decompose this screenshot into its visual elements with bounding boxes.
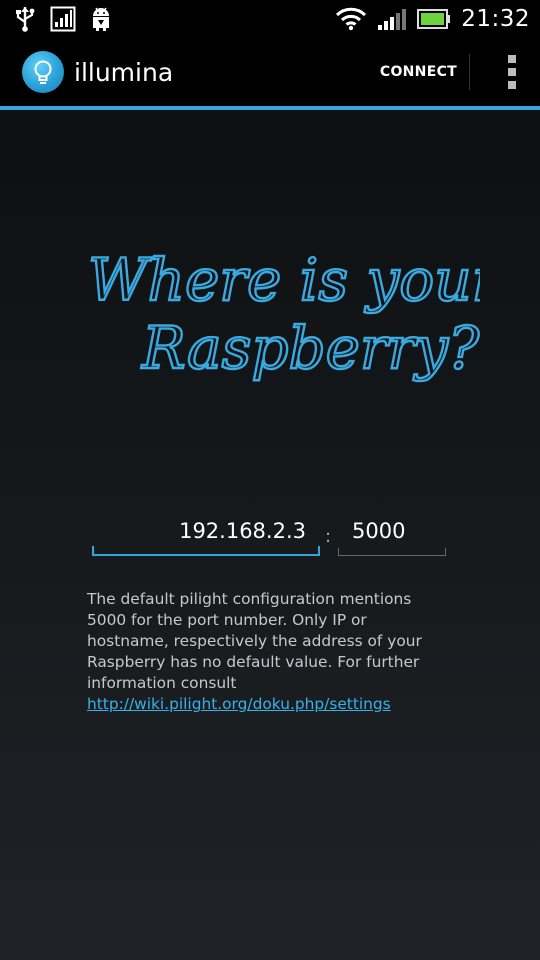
heading-line-1: Where is your bbox=[88, 246, 480, 314]
help-text: The default pilight configuration mentio… bbox=[87, 589, 443, 715]
host-port-separator: : bbox=[325, 526, 332, 547]
port-input[interactable] bbox=[350, 518, 444, 544]
action-bar: illumina CONNECT bbox=[0, 38, 540, 106]
cell-signal-icon bbox=[377, 7, 407, 31]
battery-icon bbox=[417, 9, 451, 29]
screen: 21:32 illumina CONNECT Where is your Ras… bbox=[0, 0, 540, 960]
app-title: illumina bbox=[74, 57, 174, 87]
status-bar: 21:32 bbox=[0, 0, 540, 38]
status-time: 21:32 bbox=[461, 6, 530, 32]
android-debug-icon bbox=[90, 6, 112, 32]
lightbulb-icon[interactable] bbox=[22, 51, 64, 93]
wifi-icon bbox=[335, 7, 367, 31]
host-field[interactable] bbox=[92, 512, 320, 556]
usb-icon bbox=[14, 6, 36, 32]
status-bar-left bbox=[0, 6, 112, 32]
action-bar-divider bbox=[469, 54, 470, 90]
help-body: The default pilight configuration mentio… bbox=[87, 590, 422, 692]
action-bar-accent-line bbox=[0, 106, 540, 110]
host-input[interactable] bbox=[104, 518, 308, 544]
heading: Where is your Raspberry? bbox=[87, 245, 480, 383]
overflow-menu-icon[interactable] bbox=[484, 38, 540, 106]
connect-button[interactable]: CONNECT bbox=[368, 38, 469, 106]
port-field[interactable] bbox=[338, 512, 446, 556]
heading-line-2: Raspberry? bbox=[141, 314, 480, 382]
help-link[interactable]: http://wiki.pilight.org/doku.php/setting… bbox=[87, 695, 391, 713]
status-bar-right: 21:32 bbox=[335, 6, 540, 32]
signal-strength-icon bbox=[50, 6, 76, 32]
